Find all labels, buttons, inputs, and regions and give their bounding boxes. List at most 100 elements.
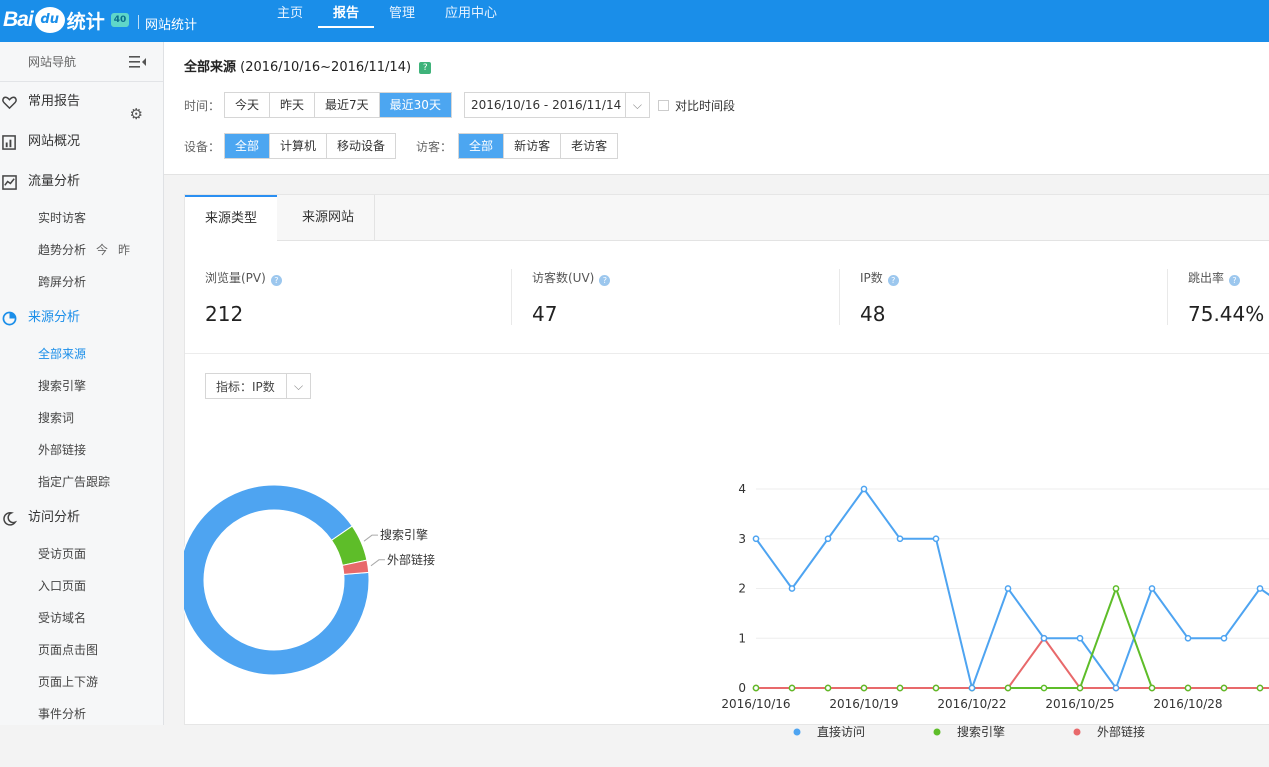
divider — [839, 269, 840, 325]
chevron-down-icon[interactable]: ⌵ — [286, 374, 310, 398]
date-range-picker[interactable]: 2016/10/16 - 2016/11/14 ⌵ — [463, 92, 650, 118]
nav-reports[interactable]: 报告 — [318, 0, 375, 28]
sidebar-item-page-flow[interactable]: 页面上下游 — [0, 666, 163, 698]
visitor-segment: 全部 新访客 老访客 — [458, 133, 619, 159]
tab-source-type[interactable]: 来源类型 — [185, 195, 278, 242]
tab-source-site[interactable]: 来源网站 — [282, 195, 376, 241]
sidebar-item-events[interactable]: 事件分析 — [0, 698, 163, 730]
sidebar-item-external-links[interactable]: 外部链接 — [0, 434, 163, 466]
report-icon — [2, 135, 16, 150]
sidebar-item-realtime[interactable]: 实时访客 — [0, 202, 163, 234]
metric-label-text: 跳出率 — [1188, 271, 1225, 285]
compare-checkbox[interactable] — [657, 99, 669, 111]
compare-period[interactable]: 对比时间段 — [657, 97, 735, 114]
today-shortcut[interactable]: 今 — [96, 243, 108, 257]
metric-ip: IP数? 48 — [860, 269, 899, 326]
device-all[interactable]: 全部 — [225, 134, 271, 158]
metric-label-text: IP数 — [860, 271, 883, 285]
sidebar-group-traffic[interactable]: 流量分析 — [0, 162, 163, 202]
sidebar-item-search-terms[interactable]: 搜索词 — [0, 402, 163, 434]
sidebar-item-cross-screen[interactable]: 跨屏分析 — [0, 266, 163, 298]
x-tick-label: 2016/10/22 — [937, 697, 1006, 711]
data-point — [1112, 684, 1120, 692]
sidebar-item-heatmap[interactable]: 页面点击图 — [0, 634, 163, 666]
data-point — [1220, 634, 1228, 642]
sidebar-item-site-overview[interactable]: 网站概况 — [0, 122, 163, 162]
date-range-value: 2016/10/16 - 2016/11/14 — [470, 98, 622, 112]
help-icon[interactable]: ? — [887, 275, 899, 286]
nav-home[interactable]: 主页 — [262, 0, 318, 28]
legend-marker — [933, 728, 941, 736]
sidebar-item-all-sources[interactable]: 全部来源 — [0, 338, 163, 370]
data-point — [932, 535, 940, 543]
help-icon[interactable]: ? — [599, 275, 611, 286]
sidebar: 网站导航 常用报告 ⚙ 网站概况 流量分析 实时访客 趋势分析今昨 跨屏分析 来… — [0, 42, 164, 725]
metric-label: IP数? — [860, 269, 899, 286]
pie-label-line — [370, 559, 385, 567]
indicator-select[interactable]: 指标： IP数 ⌵ — [205, 373, 311, 399]
baidu-tongji-logo[interactable]: Bai du 统计 — [3, 4, 105, 36]
sidebar-item-common-reports[interactable]: 常用报告 ⚙ — [0, 82, 163, 123]
sidebar-item-entry-pages[interactable]: 入口页面 — [0, 570, 163, 602]
legend-marker — [793, 728, 801, 736]
data-point — [788, 585, 796, 592]
charts-area: 直接访问搜索引擎外部链接012342016/10/162016/10/19201… — [184, 482, 1269, 739]
data-point — [752, 684, 760, 692]
nav-manage[interactable]: 管理 — [374, 0, 430, 28]
data-point — [1040, 684, 1048, 692]
collapse-menu-icon[interactable] — [129, 55, 147, 69]
metric-uv: 访客数(UV)? 47 — [532, 269, 611, 326]
chevron-down-icon[interactable]: ⌵ — [624, 93, 649, 117]
sidebar-item-label: 趋势分析 — [38, 243, 87, 257]
sidebar-item-label: 网站概况 — [28, 134, 81, 149]
y-tick-label: 4 — [738, 482, 746, 496]
data-point — [788, 684, 796, 692]
page-title: 全部来源 (2016/10/16~2016/11/14) ? — [184, 56, 432, 75]
visitor-returning[interactable]: 老访客 — [561, 134, 618, 158]
metric-label: 浏览量(PV)? — [205, 269, 282, 286]
time-today[interactable]: 今天 — [225, 93, 271, 117]
metric-label-text: 访客数(UV) — [532, 271, 595, 285]
indicator-label: 指标： — [216, 379, 253, 394]
data-point — [1004, 585, 1012, 592]
legend-label: 直接访问 — [817, 724, 865, 739]
sidebar-item-search-engines[interactable]: 搜索引擎 — [0, 370, 163, 402]
data-point — [1148, 684, 1156, 692]
help-icon[interactable]: ? — [419, 62, 432, 74]
sidebar-group-visit[interactable]: 访问分析 — [0, 498, 163, 538]
pie-chart-icon — [2, 311, 17, 326]
time-last-30-days[interactable]: 最近30天 — [379, 93, 451, 117]
nav-app-center[interactable]: 应用中心 — [430, 0, 512, 28]
y-tick-label: 1 — [738, 631, 746, 645]
pie-label-line — [363, 534, 378, 542]
visitor-all[interactable]: 全部 — [459, 134, 505, 158]
help-icon[interactable]: ? — [270, 275, 282, 286]
page-title-text: 全部来源 — [184, 60, 237, 75]
device-label: 设备： — [184, 139, 221, 154]
data-point — [896, 684, 904, 692]
device-computer[interactable]: 计算机 — [270, 134, 328, 158]
sidebar-group-source[interactable]: 来源分析 — [0, 298, 163, 338]
filter-panel: 全部来源 (2016/10/16~2016/11/14) ? 时间： 今天 昨天… — [164, 42, 1269, 175]
help-icon[interactable]: ? — [1229, 275, 1241, 286]
yesterday-shortcut[interactable]: 昨 — [118, 243, 130, 257]
data-point — [1184, 684, 1192, 692]
version-badge: 40 — [111, 13, 129, 27]
report-tabs: 来源类型 来源网站 — [185, 195, 1269, 242]
sidebar-item-trend[interactable]: 趋势分析今昨 — [0, 234, 163, 266]
sidebar-group-label: 流量分析 — [28, 174, 81, 189]
visitor-new[interactable]: 新访客 — [504, 134, 562, 158]
device-mobile[interactable]: 移动设备 — [327, 134, 396, 158]
visitor-label: 访客： — [416, 139, 453, 154]
sidebar-item-domains[interactable]: 受访域名 — [0, 602, 163, 634]
metrics-row: 浏览量(PV)? 212 访客数(UV)? 47 IP数? 48 跳出率? 75… — [185, 241, 1269, 354]
time-label: 时间： — [184, 98, 221, 113]
y-tick-label: 3 — [738, 532, 746, 546]
time-yesterday[interactable]: 昨天 — [270, 93, 316, 117]
time-last-7-days[interactable]: 最近7天 — [315, 93, 380, 117]
legend-label: 搜索引擎 — [957, 724, 1005, 739]
sidebar-item-visited-pages[interactable]: 受访页面 — [0, 538, 163, 570]
x-tick-label: 2016/10/19 — [829, 697, 898, 711]
sidebar-item-ad-tracking[interactable]: 指定广告跟踪 — [0, 466, 163, 498]
data-point — [1004, 684, 1012, 692]
